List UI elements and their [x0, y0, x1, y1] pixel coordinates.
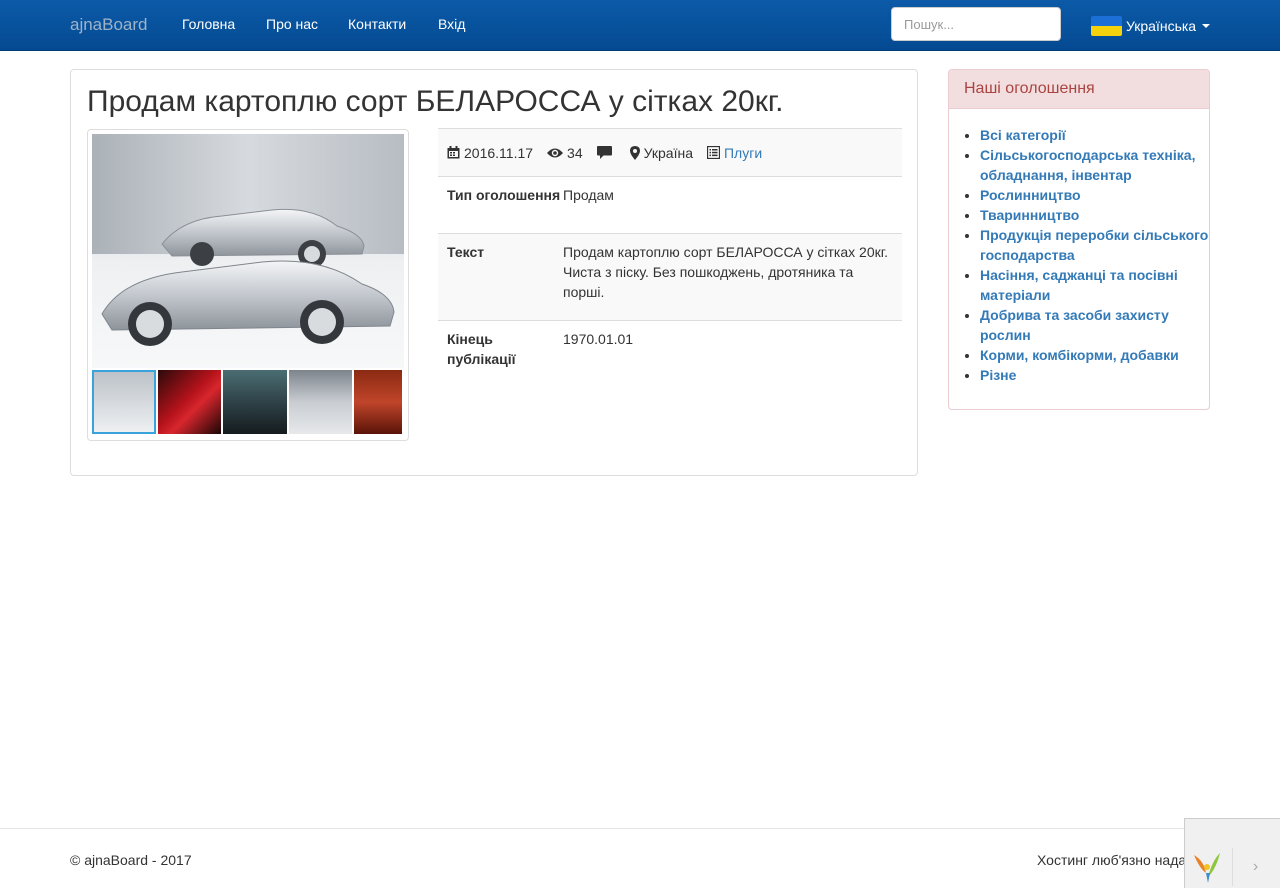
top-navbar: ajnaBoard Головна Про нас Контакти Вхід … [0, 0, 1280, 51]
field-value: Продам картоплю сорт БЕЛАРОССА у сітках … [563, 244, 889, 300]
language-dropdown[interactable]: Українська [1091, 16, 1211, 36]
detail-row-end-date: Кінець публікації 1970.01.01 [438, 320, 902, 377]
copyright-text: © ajnaBoard - 2017 [70, 852, 192, 868]
calendar-icon [447, 146, 460, 159]
views-meta: 34 [547, 145, 583, 161]
brand-logo-link[interactable]: ajnaBoard [70, 15, 148, 35]
comments-meta [596, 146, 616, 159]
comment-icon [596, 146, 612, 159]
list-alt-icon [706, 146, 720, 159]
nav-link-home[interactable]: Головна [182, 16, 235, 32]
list-item: Продукція переробки сільського господарс… [980, 225, 1209, 265]
category-link-seeds[interactable]: Насіння, саджанці та посівні матеріали [980, 267, 1178, 303]
categories-panel: Наші оголошення Всі категорії Сільського… [948, 69, 1210, 410]
category-link[interactable]: Плуги [724, 145, 762, 161]
list-item: Всі категорії [980, 125, 1209, 145]
ad-panel: Продам картоплю сорт БЕЛАРОССА у сітках … [70, 69, 918, 476]
nav-link-contacts[interactable]: Контакти [348, 16, 406, 32]
list-item: Тваринництво [980, 205, 1209, 225]
search-input[interactable] [891, 7, 1061, 41]
field-label: Кінець публікації [447, 331, 516, 367]
main-photo[interactable] [92, 134, 404, 368]
page-footer: © ajnaBoard - 2017 Хостинг люб'язно нада [0, 828, 1280, 888]
category-meta: Плуги [706, 145, 762, 161]
ad-title: Продам картоплю сорт БЕЛАРОССА у сітках … [87, 85, 784, 118]
field-value: Продам [563, 187, 614, 203]
gallery-thumbnail[interactable] [354, 370, 403, 434]
ad-details-table: 2016.11.17 34 Україна Плуги Тип оголошен… [438, 128, 902, 377]
chevron-right-icon[interactable]: › [1232, 848, 1278, 886]
detail-row-text: Текст Продам картоплю сорт БЕЛАРОССА у с… [438, 233, 902, 320]
category-link-feed[interactable]: Корми, комбікорми, добавки [980, 347, 1179, 363]
categories-panel-heading: Наші оголошення [949, 70, 1209, 109]
list-item: Добрива та засоби захисту рослин [980, 305, 1209, 345]
location-meta: Україна [629, 144, 693, 161]
map-marker-icon [629, 145, 640, 160]
gallery-thumbnail[interactable] [157, 370, 222, 434]
view-count: 34 [567, 144, 583, 161]
list-item: Корми, комбікорми, добавки [980, 345, 1209, 365]
gallery-thumbnail[interactable] [92, 370, 156, 434]
list-item: Різне [980, 365, 1209, 385]
category-link-all[interactable]: Всі категорії [980, 127, 1066, 143]
eye-icon [547, 148, 564, 157]
gallery-thumbnail[interactable] [223, 370, 287, 434]
hosting-text: Хостинг люб'язно нада [1037, 852, 1187, 868]
field-value: 1970.01.01 [563, 331, 634, 347]
caret-down-icon [1202, 24, 1211, 28]
list-item: Рослинництво [980, 185, 1209, 205]
nav-link-login[interactable]: Вхід [438, 16, 465, 32]
field-label: Тип оголошення [447, 187, 561, 203]
category-link-misc[interactable]: Різне [980, 367, 1016, 383]
list-item: Сільськогосподарська техніка, обладнання… [980, 145, 1209, 185]
category-link-processed[interactable]: Продукція переробки сільського господарс… [980, 227, 1208, 263]
date-meta: 2016.11.17 [447, 145, 533, 161]
list-item: Насіння, саджанці та посівні матеріали [980, 265, 1209, 305]
language-label: Українська [1126, 18, 1197, 34]
ad-date: 2016.11.17 [464, 144, 534, 161]
category-link-livestock[interactable]: Тваринництво [980, 207, 1079, 223]
category-list: Всі категорії Сільськогосподарська техні… [949, 109, 1209, 385]
ad-location: Україна [643, 144, 693, 161]
category-link-machinery[interactable]: Сільськогосподарська техніка, обладнання… [980, 147, 1195, 183]
category-link-crops[interactable]: Рослинництво [980, 187, 1081, 203]
category-link-fertilizers[interactable]: Добрива та засоби захисту рослин [980, 307, 1169, 343]
nav-link-about[interactable]: Про нас [266, 16, 318, 32]
detail-row-type: Тип оголошення Продам [438, 176, 902, 233]
ukraine-flag-icon [1091, 16, 1122, 36]
field-label: Текст [447, 244, 485, 260]
yii-logo-icon[interactable] [1186, 847, 1230, 885]
image-gallery [87, 129, 409, 441]
ad-meta-row: 2016.11.17 34 Україна Плуги [438, 128, 902, 176]
gallery-thumbnail[interactable] [288, 370, 353, 434]
